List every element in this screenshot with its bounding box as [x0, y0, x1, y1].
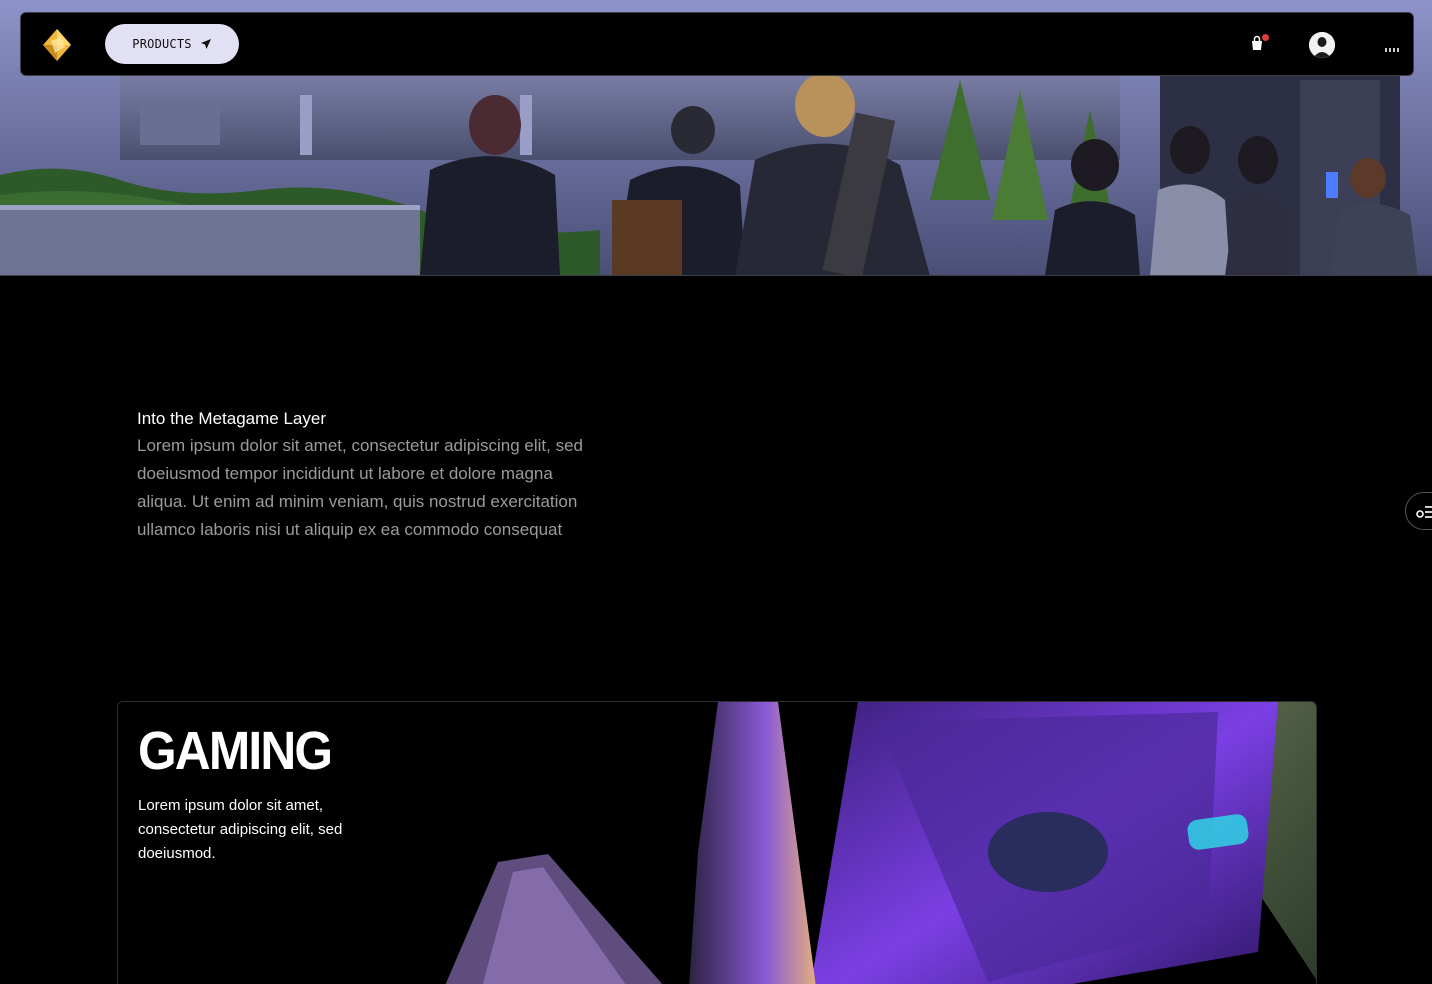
user-avatar[interactable]: [1309, 32, 1335, 58]
diamond-logo-icon[interactable]: [39, 27, 75, 63]
cart-notification-dot: [1262, 34, 1269, 41]
filter-settings-icon: [1416, 506, 1432, 518]
gaming-description: Lorem ipsum dolor sit amet, consectetur …: [138, 797, 343, 862]
intro-body: Lorem ipsum dolor sit amet, consectetur …: [137, 436, 583, 539]
intro-section: Into the Metagame Layer Lorem ipsum dolo…: [137, 406, 607, 544]
paper-plane-icon: [200, 39, 211, 49]
side-filter-tab[interactable]: [1405, 492, 1432, 530]
products-button[interactable]: PRODUCTS: [105, 24, 239, 64]
products-button-label: PRODUCTS: [132, 37, 192, 51]
dots-menu-icon[interactable]: [1385, 39, 1399, 52]
page: PRODUCTS Into the Metagame Layer Lorem i…: [0, 0, 1432, 984]
intro-title: Into the Metagame Layer: [137, 409, 327, 428]
shopping-bag-icon[interactable]: [1249, 34, 1269, 53]
gaming-card[interactable]: GAMING Lorem ipsum dolor sit amet, conse…: [117, 701, 1317, 984]
top-navigation-bar: PRODUCTS: [20, 12, 1414, 76]
gaming-title: GAMING: [138, 721, 333, 781]
